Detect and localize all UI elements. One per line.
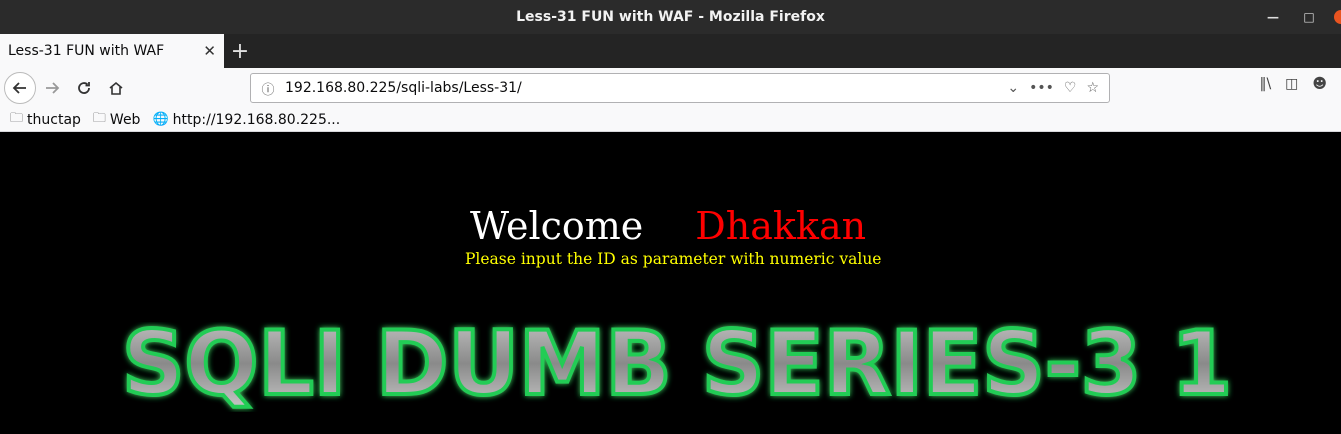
reload-button[interactable] (68, 72, 100, 104)
welcome-text: Welcome (470, 204, 644, 248)
back-button[interactable] (4, 72, 36, 104)
window-titlebar: Less-31 FUN with WAF - Mozilla Firefox —… (0, 0, 1341, 34)
bookmarks-toolbar: 🗀 thuctap 🗀 Web 🌐 http://192.168.80.225.… (0, 108, 1341, 132)
bookmark-thuctap[interactable]: 🗀 thuctap (10, 109, 81, 131)
bookmark-label: thuctap (27, 111, 81, 128)
home-icon (109, 81, 123, 95)
chevron-down-icon[interactable]: ⌄ (1007, 80, 1019, 96)
bookmark-ip[interactable]: 🌐 http://192.168.80.225... (152, 112, 340, 128)
more-actions-icon[interactable]: ••• (1029, 80, 1054, 96)
bookmark-label: http://192.168.80.225... (172, 111, 341, 128)
reload-icon (78, 82, 90, 94)
window-title: Less-31 FUN with WAF - Mozilla Firefox (516, 9, 825, 25)
series-banner-image: SQLI DUMB SERIES-3 1 (120, 322, 1234, 412)
tab-active[interactable]: Less-31 FUN with WAF ✕ (0, 34, 224, 68)
input-prompt: Please input the ID as parameter with nu… (465, 250, 882, 268)
welcome-heading: Welcome Dhakkan (470, 204, 866, 248)
navigation-toolbar: ⓘ 192.168.80.225/sqli-labs/Less-31/ ⌄ ••… (0, 68, 1341, 108)
tab-close-icon[interactable]: ✕ (203, 42, 216, 60)
bookmark-label: Web (109, 111, 141, 128)
maximize-icon[interactable]: □ (1298, 6, 1320, 28)
forward-button[interactable] (36, 72, 68, 104)
right-toolbar: ‖\ ◫ ☻ (1259, 76, 1327, 92)
folder-icon: 🗀 (10, 110, 24, 126)
url-bar[interactable]: ⓘ 192.168.80.225/sqli-labs/Less-31/ ⌄ ••… (250, 73, 1110, 103)
folder-icon: 🗀 (92, 110, 106, 126)
star-icon[interactable]: ☆ (1086, 80, 1099, 96)
home-button[interactable] (100, 72, 132, 104)
url-text[interactable]: 192.168.80.225/sqli-labs/Less-31/ (281, 80, 1007, 96)
url-actions: ⌄ ••• ♡ ☆ (1007, 80, 1109, 96)
new-tab-icon[interactable]: + (224, 34, 256, 68)
page-content: Welcome Dhakkan Please input the ID as pa… (0, 132, 1341, 434)
library-icon[interactable]: ‖\ (1259, 76, 1271, 92)
pocket-icon[interactable]: ♡ (1064, 80, 1077, 96)
tab-title: Less-31 FUN with WAF (8, 43, 165, 59)
sidebar-icon[interactable]: ◫ (1285, 76, 1298, 92)
window-controls: — □ (1262, 0, 1341, 34)
info-icon[interactable]: ⓘ (255, 79, 281, 98)
tab-strip: Less-31 FUN with WAF ✕ + (0, 34, 1341, 68)
forward-arrow-icon (46, 82, 60, 94)
account-icon[interactable]: ☻ (1312, 76, 1327, 92)
user-name: Dhakkan (695, 204, 867, 248)
globe-icon: 🌐 (152, 112, 169, 127)
back-arrow-icon (12, 82, 26, 94)
close-window-icon[interactable] (1334, 10, 1341, 24)
bookmark-web[interactable]: 🗀 Web (93, 109, 141, 131)
banner-text: SQLI DUMB SERIES-3 1 (122, 322, 1232, 412)
minimize-icon[interactable]: — (1262, 6, 1284, 28)
